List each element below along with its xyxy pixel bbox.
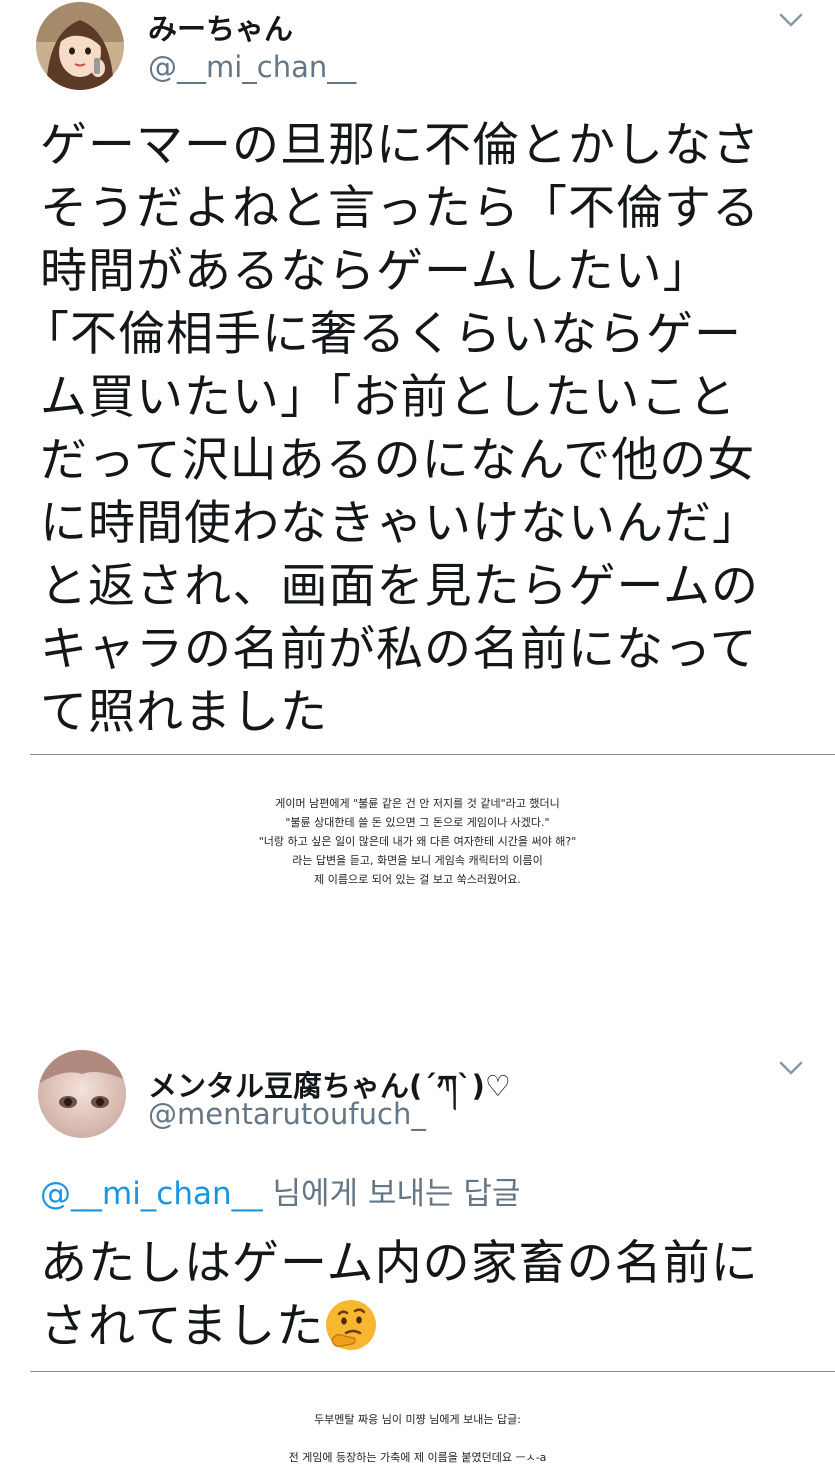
reply-context: @__mi_chan__ 님에게 보내는 답글 <box>40 1168 520 1213</box>
tweet-body-line: されてました <box>40 1295 800 1358</box>
tweet-body-line: キャラの名前が私の名前になって <box>40 622 758 677</box>
tweet-body-line: 「不倫相手に奢るくらいならゲー <box>22 307 742 362</box>
tweet-body: あたしはゲーム内の家畜の名前に されてました <box>40 1232 800 1358</box>
caption-line: "너랑 하고 싶은 일이 많은데 내가 왜 다른 여자한테 시간을 써야 해?" <box>258 835 577 848</box>
caption-line: "불륜 상대한테 쓸 돈 있으면 그 돈으로 게임이나 사겠다." <box>285 816 550 829</box>
user-handle[interactable]: @mentarutoufuch_ <box>148 1097 426 1131</box>
tweet-body-line: だって沢山あるのになんで他の女 <box>40 433 756 488</box>
caption-line: 라는 답변을 듣고, 화면을 보니 게임속 캐릭터의 이름이 <box>292 854 543 867</box>
translation-caption-2: 두부멘탈 짜응 님이 미쨩 님에게 보내는 답글: 전 게임에 등장하는 가축에… <box>0 1410 835 1467</box>
tweet-body-line: あたしはゲーム内の家畜の名前に <box>40 1236 759 1291</box>
photo-avatar[interactable] <box>38 1050 126 1138</box>
tweet-body-text: されてました <box>40 1299 325 1354</box>
divider <box>30 754 835 755</box>
chevron-down-icon[interactable] <box>776 1058 806 1078</box>
tweet-body-line: て照れました <box>40 685 328 740</box>
reply-context-label: 님에게 보내는 답글 <box>262 1176 521 1212</box>
tweet-body-line: と返され、画面を見たらゲームの <box>40 559 760 614</box>
reply-mention-link[interactable]: @__mi_chan__ <box>40 1176 263 1212</box>
caption-line: 제 이름으로 되어 있는 걸 보고 쑥스러웠어요. <box>314 873 521 886</box>
tweet-body-line: ゲーマーの旦那に不倫とかしなさ <box>40 118 760 173</box>
translation-caption-1: 게이머 남편에게 "불륜 같은 건 안 저지를 것 같네"라고 했더니 "불륜 … <box>0 794 835 889</box>
tweet-body-line: そうだよねと言ったら「不倫する <box>40 181 760 236</box>
display-name[interactable]: みーちゃん <box>148 6 293 48</box>
divider <box>30 1371 835 1372</box>
caption-line: 전 게임에 등장하는 가축에 제 이름을 붙였던데요 ㅡㅅ-a <box>288 1451 547 1464</box>
user-handle[interactable]: @__mi_chan__ <box>148 50 356 84</box>
caption-line: 두부멘탈 짜응 님이 미쨩 님에게 보내는 답글: <box>314 1413 521 1426</box>
thinking-face-emoji <box>324 1298 378 1352</box>
caption-line: 게이머 남편에게 "불륜 같은 건 안 저지를 것 같네"라고 했더니 <box>275 797 560 810</box>
woman-illustration-avatar[interactable] <box>36 2 124 90</box>
tweet-body-line: に時間使わなきゃいけないんだ」 <box>40 496 760 551</box>
tweet-body-line: 時間があるならゲームしたい」 <box>40 244 711 299</box>
tweet-body: ゲーマーの旦那に不倫とかしなさ そうだよねと言ったら「不倫する 時間があるならゲ… <box>22 114 800 744</box>
tweet-body-line: ム買いたい」「お前としたいこと <box>40 370 737 425</box>
chevron-down-icon[interactable] <box>776 10 806 30</box>
caption-spacer <box>0 1429 835 1448</box>
